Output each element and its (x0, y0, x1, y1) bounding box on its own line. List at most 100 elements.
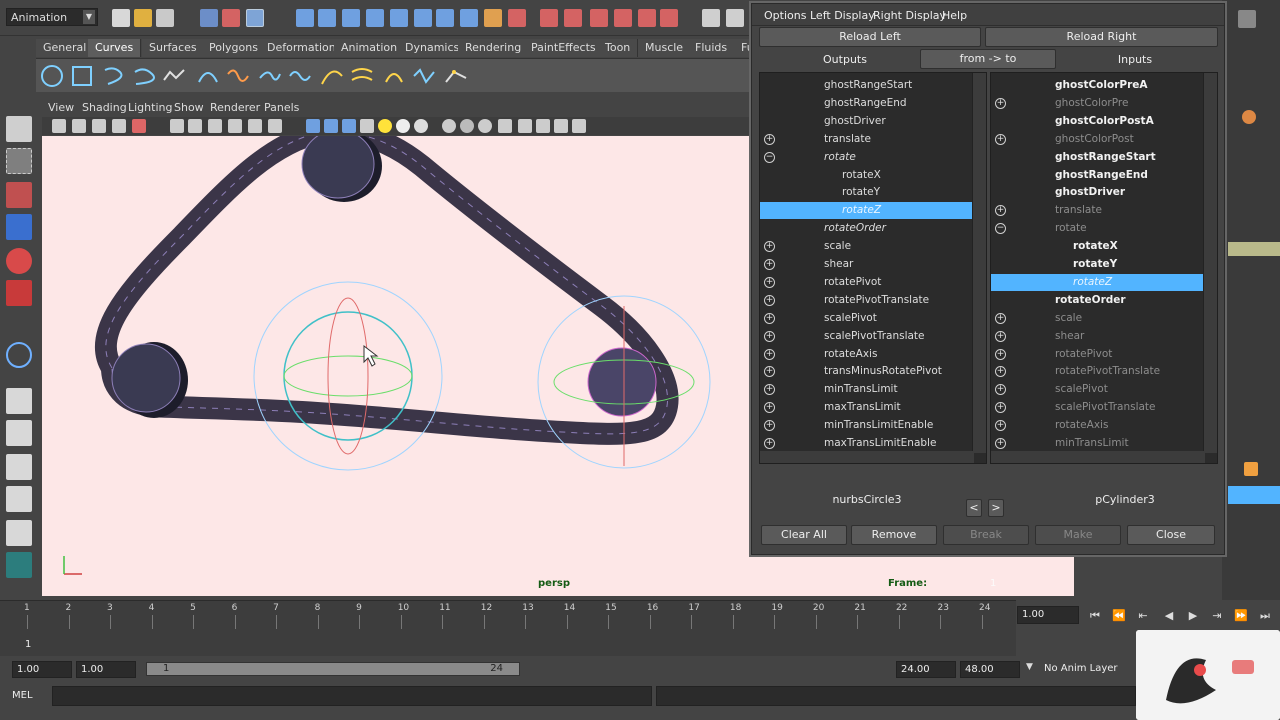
add-points-icon[interactable] (444, 64, 468, 88)
layout-four-icon[interactable] (6, 420, 32, 446)
shelf-tab-painteffects[interactable]: PaintEffects (524, 39, 604, 57)
expand-icon[interactable]: + (995, 384, 1006, 396)
camera-select-icon[interactable] (52, 119, 66, 133)
shelf-tab-rendering[interactable]: Rendering (458, 39, 530, 57)
rotate-manip-y-ring[interactable] (283, 355, 413, 397)
new-scene-icon[interactable] (112, 9, 130, 27)
layout-graph-icon[interactable] (6, 486, 32, 512)
shelf-tab-curves[interactable]: Curves (88, 39, 142, 57)
open-scene-icon[interactable] (134, 9, 152, 27)
sidebar-toggle-icon[interactable] (1238, 10, 1256, 28)
step-back-frame-icon[interactable]: ⇤ (1134, 607, 1152, 625)
field-chart-icon[interactable] (248, 119, 262, 133)
expand-icon[interactable]: + (764, 438, 775, 449)
break-button[interactable]: Break (943, 525, 1029, 545)
snap-grid-icon[interactable] (296, 9, 314, 27)
select-tool-icon[interactable] (6, 116, 32, 142)
attribute-row[interactable]: + minTransLimit (991, 435, 1203, 452)
rotate-manip-x-ring[interactable] (327, 297, 369, 455)
scale-tool-icon[interactable] (6, 280, 32, 306)
save-scene-icon[interactable] (156, 9, 174, 27)
attribute-row[interactable]: + shear (760, 256, 972, 273)
input-ops-icon[interactable] (414, 9, 432, 27)
expand-icon[interactable]: + (995, 205, 1006, 217)
snap-point-icon[interactable] (342, 9, 360, 27)
isolate-icon[interactable] (498, 119, 512, 133)
attribute-row[interactable]: ghostRangeEnd (991, 167, 1203, 184)
clear-all-button[interactable]: Clear All (761, 525, 847, 545)
make-live-icon[interactable] (390, 9, 408, 27)
shelf-tab-toon[interactable]: Toon (598, 39, 639, 57)
anim-layer-dropdown-icon[interactable]: ▼ (1026, 662, 1033, 672)
snap-curve-icon[interactable] (318, 9, 336, 27)
detach-curves-icon[interactable] (258, 64, 282, 88)
attribute-row[interactable]: + scalePivot (760, 310, 972, 327)
attribute-row[interactable]: rotateOrder (760, 220, 972, 237)
all-lights-icon[interactable] (396, 119, 410, 133)
menu-left-display[interactable]: Left Display (810, 9, 875, 22)
step-forward-frame-icon[interactable]: ⇥ (1208, 607, 1226, 625)
resolution-gate-icon[interactable] (208, 119, 222, 133)
film-gate-icon[interactable] (188, 119, 202, 133)
reverse-curve-icon[interactable] (382, 64, 406, 88)
viewport-menu-view[interactable]: View (48, 101, 74, 114)
grease-pencil-icon[interactable] (132, 119, 146, 133)
playback-start-field[interactable]: 1.00 (76, 661, 136, 678)
textured-icon[interactable] (360, 119, 374, 133)
default-light-icon[interactable] (378, 119, 392, 133)
end-time-field[interactable]: 48.00 (960, 661, 1020, 678)
render-layer-icon[interactable] (638, 9, 656, 27)
anim-layer-label[interactable]: No Anim Layer (1044, 663, 1118, 674)
menu-options[interactable]: Options (764, 9, 806, 22)
shelf-tab-animation[interactable]: Animation (334, 39, 406, 57)
expand-icon[interactable]: + (995, 330, 1006, 342)
go-to-end-icon[interactable]: ⏭ (1256, 607, 1274, 625)
attribute-row[interactable]: − rotate (760, 149, 972, 166)
attribute-row[interactable]: rotateY (991, 256, 1203, 273)
hypershade-icon[interactable] (590, 9, 608, 27)
attribute-row[interactable]: + minTransLimitEnable (760, 417, 972, 434)
shelf-tab-deformation[interactable]: Deformation (260, 39, 344, 57)
attribute-row[interactable]: + ghostColorPre (991, 95, 1203, 112)
attribute-row[interactable]: ghostRangeEnd (760, 95, 972, 112)
attribute-row[interactable]: + maxTransLimitEnable (760, 435, 972, 452)
ep-curve-icon[interactable] (132, 64, 156, 88)
wireframe-icon[interactable] (306, 119, 320, 133)
time-slider[interactable]: 1 2 3 4 5 6 7 8 9 10 11 12 13 14 15 16 17 18 19 20 21 22 23 24 1 (0, 600, 1016, 656)
attribute-row[interactable]: + translate (760, 131, 972, 148)
batch-render-icon[interactable] (660, 9, 678, 27)
current-time-field[interactable]: 1.00 (1017, 606, 1079, 624)
construction-history-icon[interactable] (460, 9, 478, 27)
cv-curve-icon[interactable] (102, 64, 126, 88)
expand-icon[interactable]: + (764, 276, 775, 288)
next-node-button[interactable]: > (988, 499, 1004, 517)
layout-outliner-icon[interactable] (6, 454, 32, 480)
arc-tool-icon[interactable] (196, 64, 220, 88)
top-pulley-cap[interactable] (301, 136, 375, 199)
prev-node-button[interactable]: < (966, 499, 982, 517)
vertical-scrollbar[interactable] (1203, 73, 1217, 453)
step-back-key-icon[interactable]: ⏪ (1110, 607, 1128, 625)
extend-curve-icon[interactable] (320, 64, 344, 88)
belt-mesh[interactable] (94, 136, 679, 445)
insert-knot-icon[interactable] (288, 64, 312, 88)
render-settings-icon[interactable] (564, 9, 582, 27)
attribute-row[interactable]: ghostRangeStart (991, 149, 1203, 166)
command-language-toggle[interactable]: MEL (12, 690, 33, 701)
attribute-row[interactable]: + minTransLimit (760, 381, 972, 398)
frame-all-icon[interactable] (536, 119, 550, 133)
attribute-row[interactable]: + ghostColorPost (991, 131, 1203, 148)
attribute-row[interactable]: ghostColorPostA (991, 113, 1203, 130)
expand-icon[interactable]: + (995, 420, 1006, 432)
horizontal-scrollbar[interactable] (760, 451, 974, 463)
expand-icon[interactable]: + (764, 133, 775, 145)
xray-icon[interactable] (442, 119, 456, 133)
expand-icon[interactable]: + (995, 438, 1006, 449)
layout-custom-icon[interactable] (6, 552, 32, 578)
attribute-row[interactable]: − rotate (991, 220, 1203, 237)
attribute-row[interactable]: ghostColorPreA (991, 77, 1203, 94)
shadows-icon[interactable] (414, 119, 428, 133)
safe-action-icon[interactable] (268, 119, 282, 133)
attribute-row[interactable]: + translate (991, 202, 1203, 219)
expand-icon[interactable]: + (995, 402, 1006, 414)
